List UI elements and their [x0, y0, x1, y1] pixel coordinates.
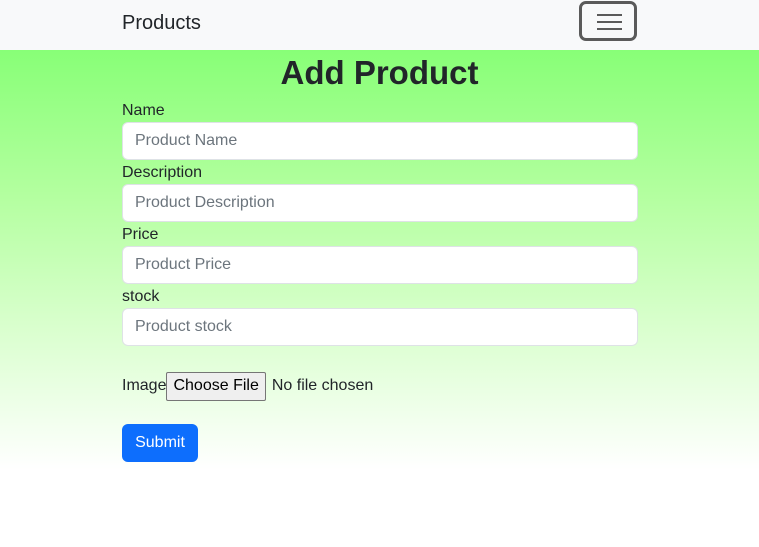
choose-file-button[interactable]: Choose File	[166, 371, 266, 401]
navbar-brand[interactable]: Products	[122, 11, 201, 35]
file-status-text: No file chosen	[271, 377, 374, 394]
price-label: Price	[122, 226, 159, 243]
product-description-input[interactable]	[122, 184, 638, 222]
image-upload-row: Image Choose File No file chosen	[122, 371, 373, 401]
stock-label: stock	[122, 288, 160, 305]
name-label: Name	[122, 102, 165, 119]
submit-button[interactable]: Submit	[122, 424, 198, 462]
page-title: Add Product	[280, 54, 479, 91]
image-label: Image	[122, 377, 167, 394]
product-name-input[interactable]	[122, 122, 638, 160]
navbar: Products	[0, 0, 759, 50]
navbar-toggler-button[interactable]	[579, 1, 637, 41]
product-stock-input[interactable]	[122, 308, 638, 346]
description-label: Description	[122, 164, 203, 181]
product-price-input[interactable]	[122, 246, 638, 284]
